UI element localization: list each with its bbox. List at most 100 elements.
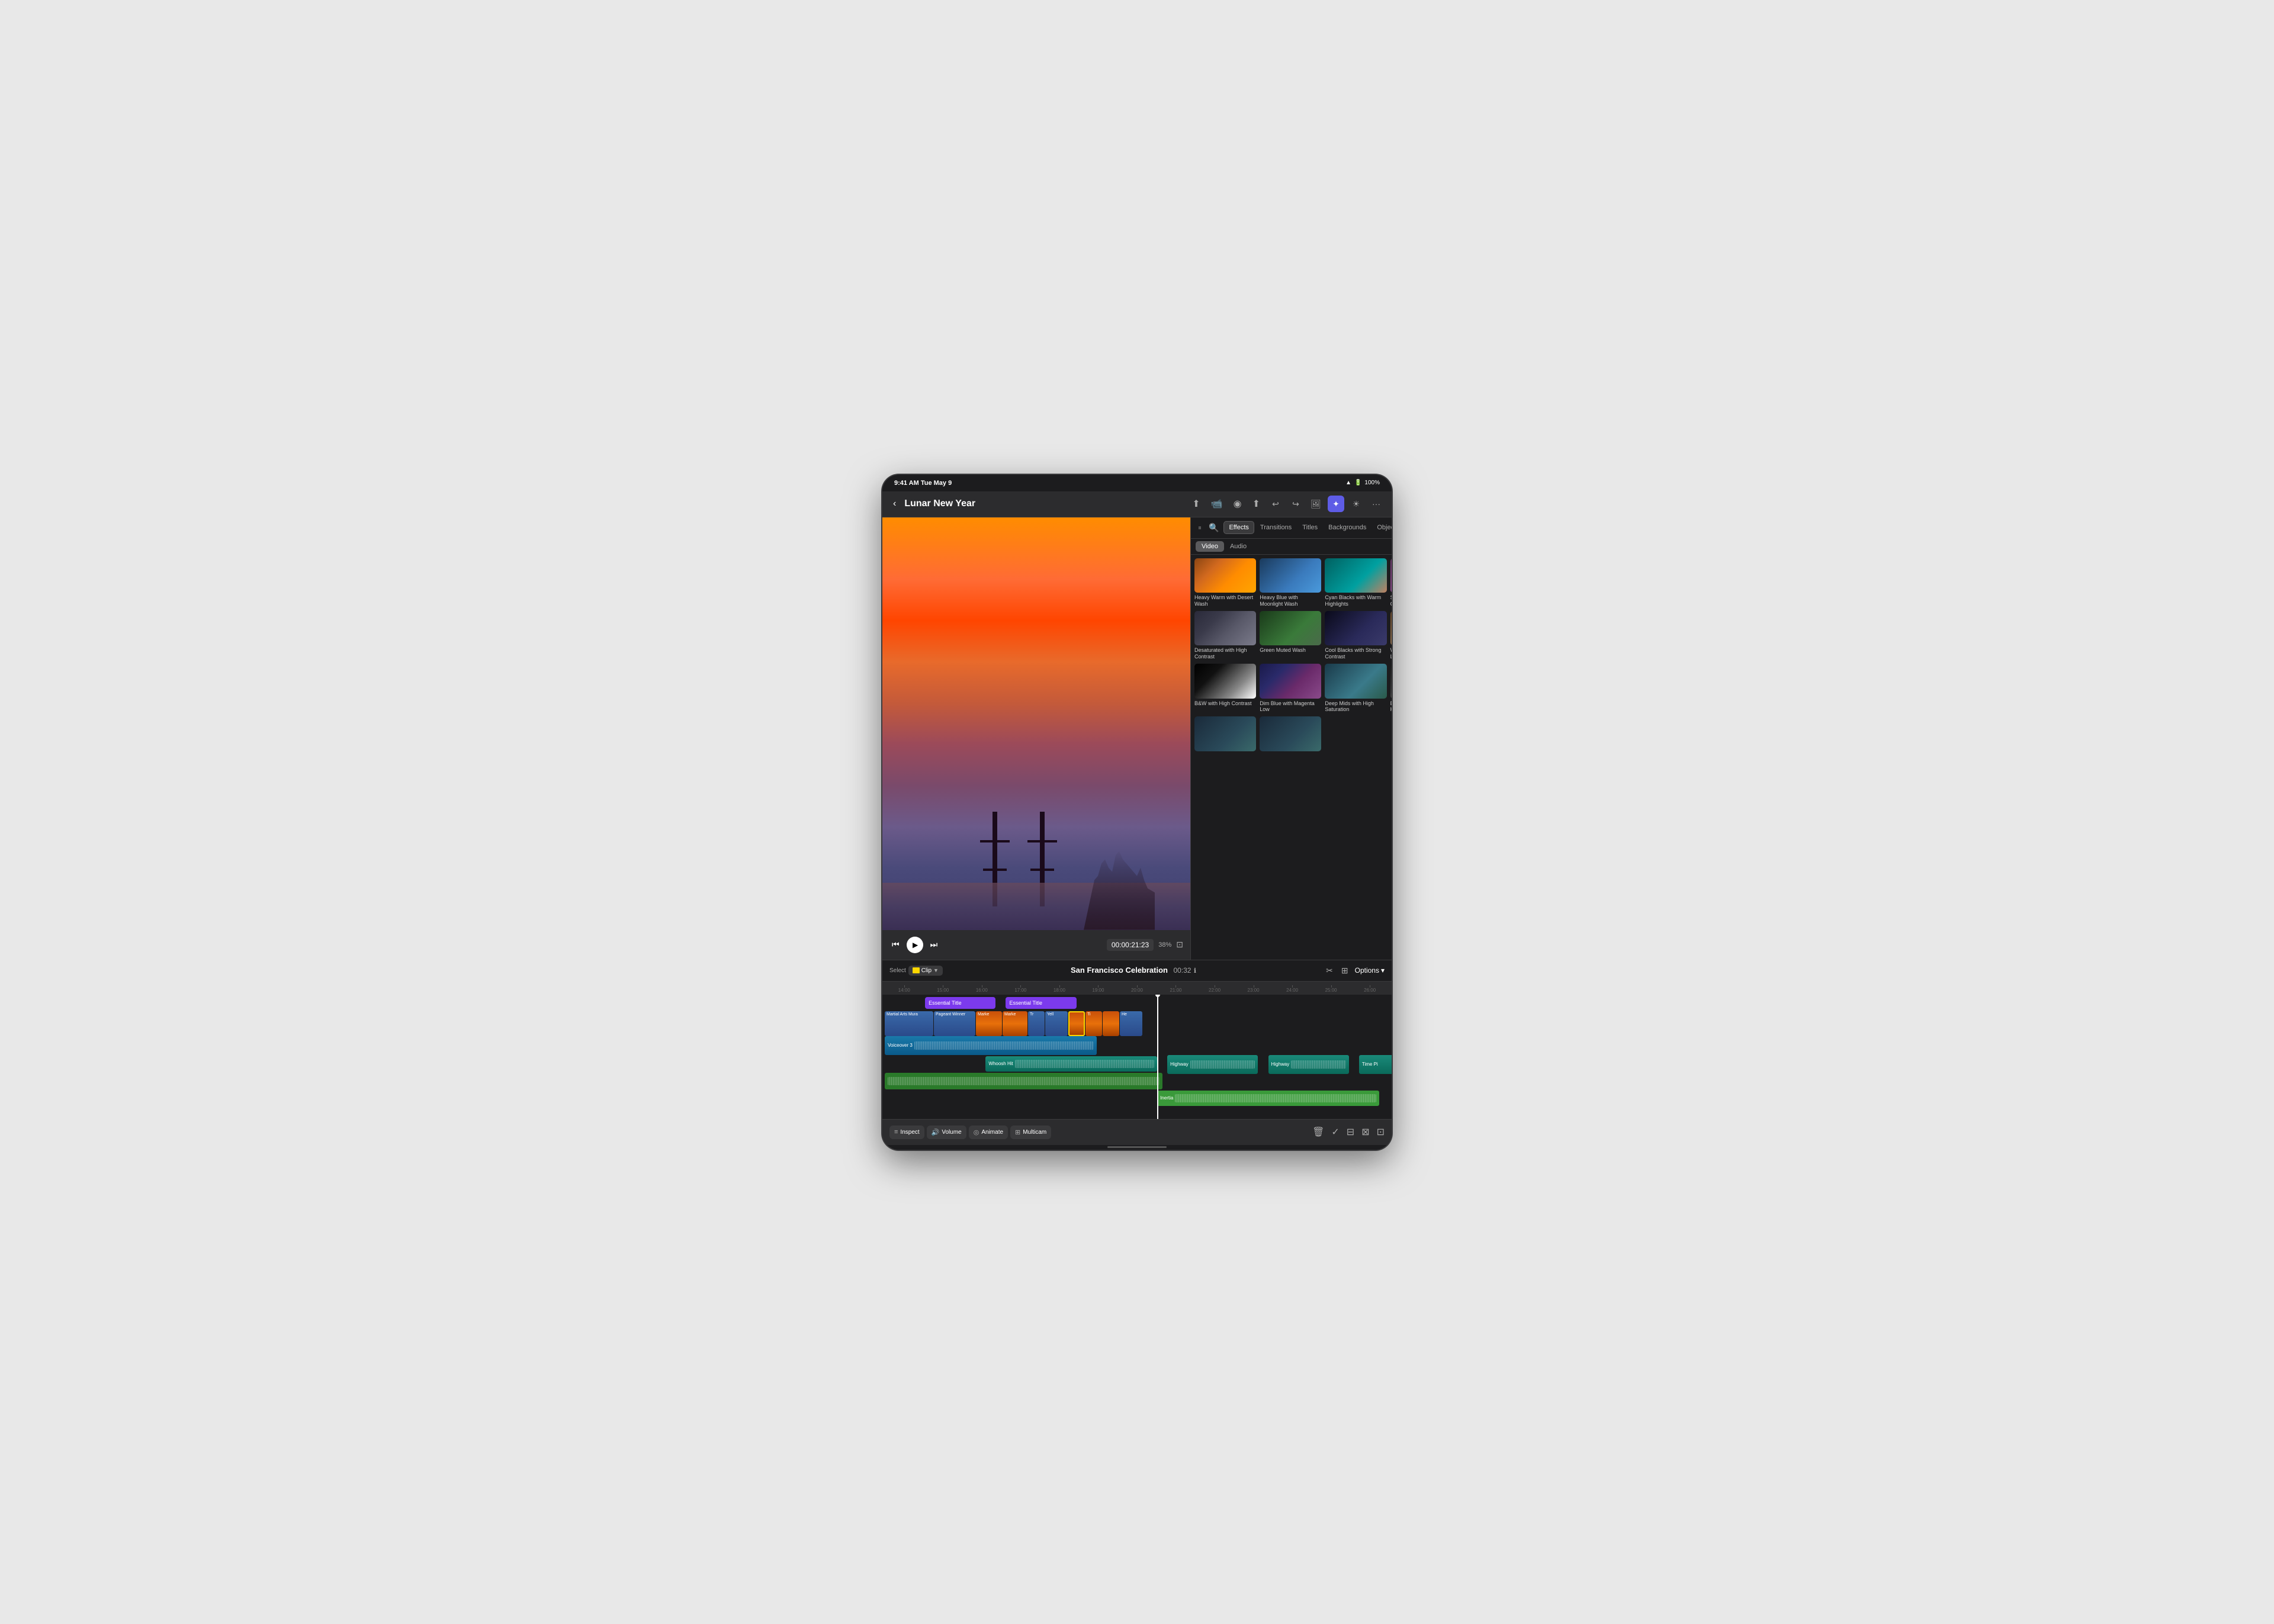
effect-thumb-0 [1194,558,1256,593]
play-button[interactable]: ▶ [907,937,923,953]
effect-label-10: Deep Mids with High Saturation [1325,700,1386,713]
effect-item-7[interactable]: Warmer Vintage with Lifted Blacks [1390,611,1392,660]
crop-icon[interactable]: ⊡ [1377,1126,1385,1138]
status-time: 9:41 AM Tue May 9 [894,480,952,487]
multicam-label: Multicam [1023,1129,1046,1136]
undo-icon[interactable]: ↩ [1267,496,1284,512]
title-chip-label: Essential Title [929,1000,962,1006]
clip-name-5: Tr [1028,1011,1045,1018]
title-chip-label-2: Essential Title [1009,1000,1042,1006]
bottom-right-tools: 🗑 ✓ ⊟ ⊠ ⊡ [1312,1126,1385,1138]
effect-item-3[interactable]: Soft Magenta with Low Contrast Wash [1390,558,1392,607]
video-clip-9[interactable] [1103,1011,1119,1036]
voiceover-icon[interactable]: ◉ [1231,496,1244,512]
info-icon[interactable]: ℹ [1194,967,1196,975]
trim-icon[interactable]: ✂ [1324,964,1335,977]
effect-label-1: Heavy Blue with Moonlight Wash [1260,594,1321,607]
ruler-mark-11: 25:00 [1312,988,1351,993]
title-chip-2[interactable]: Essential Title [1006,997,1076,1009]
search-button[interactable]: 🔍 [1206,520,1221,535]
inertia-clip[interactable]: Inertia [1157,1091,1379,1106]
effects-panel-icon[interactable]: ✦ [1328,496,1344,512]
clip-selector[interactable]: Clip ▼ [908,966,943,976]
timeline-tracks[interactable]: Essential Title Essential Title Martial … [882,995,1392,1119]
redo-icon[interactable]: ↪ [1287,496,1304,512]
inspect-button[interactable]: ≡ Inspect [889,1125,924,1139]
project-title: Lunar New Year [904,499,1185,509]
effect-item-5[interactable]: Green Muted Wash [1260,611,1321,660]
tower-crossbar2-left [983,869,1007,871]
checkmark-icon[interactable]: ✓ [1331,1126,1339,1138]
clip-name-6: Yell [1045,1011,1068,1018]
video-preview[interactable] [882,517,1190,930]
export-icon[interactable]: ⬆ [1190,496,1202,512]
video-clip-5[interactable]: Tr [1028,1011,1045,1036]
bg-music-clip[interactable] [885,1073,1162,1089]
animate-button[interactable]: ◎ Animate [969,1125,1008,1139]
skip-back-button[interactable]: ⏮ [889,937,902,952]
video-clip-3[interactable]: Marke [976,1011,1002,1036]
video-toggle-button[interactable]: Video [1196,541,1224,552]
video-clip-10[interactable]: He [1120,1011,1142,1036]
tab-objects[interactable]: Objects [1372,522,1392,533]
back-button[interactable]: ‹ [889,496,900,512]
effect-label-9: Dim Blue with Magenta Low [1260,700,1321,713]
effect-item-11[interactable]: B&W with Blooming Highlights [1390,664,1392,713]
bottom-tools: ≡ Inspect 🔊 Volume ◎ Animate ⊞ Multicam [889,1125,1051,1139]
project-name: San Francisco Celebration [1071,966,1168,975]
multicam-button[interactable]: ⊞ Multicam [1010,1125,1051,1139]
video-clip-8[interactable]: Ti [1085,1011,1102,1036]
tab-backgrounds[interactable]: Backgrounds [1324,522,1371,533]
split-horizontal-icon[interactable]: ⊠ [1361,1126,1369,1138]
effect-label-4: Desaturated with High Contrast [1194,647,1256,660]
effect-item-1[interactable]: Heavy Blue with Moonlight Wash [1260,558,1321,607]
split-vertical-icon[interactable]: ⊟ [1347,1126,1354,1138]
battery-icon: 🔋 [1354,480,1361,486]
tab-effects[interactable]: Effects [1223,521,1254,534]
effect-item-8[interactable]: B&W with High Contrast [1194,664,1256,713]
effect-item-13[interactable] [1260,716,1321,753]
video-clip-2[interactable]: Pageant Winner [934,1011,975,1036]
options-button[interactable]: Options ▾ [1355,966,1385,975]
effect-item-10[interactable]: Deep Mids with High Saturation [1325,664,1386,713]
whoosh-clip[interactable]: Whoosh Hit [985,1056,1157,1072]
skip-forward-button[interactable]: ⏭ [928,937,940,952]
color-icon[interactable]: ☀ [1348,496,1364,512]
tab-transitions[interactable]: Transitions [1255,522,1296,533]
clip-name-9 [1103,1011,1119,1014]
blade-icon[interactable]: ⊞ [1340,964,1350,977]
title-track: Essential Title Essential Title [882,995,1392,1011]
tower-crossbar-left [980,840,1010,842]
video-clip-7-selected[interactable] [1068,1011,1085,1036]
effect-item-12[interactable] [1194,716,1256,753]
video-clip-6[interactable]: Yell [1045,1011,1068,1036]
status-icons: ▲ 🔋 100% [1345,480,1380,486]
main-toolbar: ‹ Lunar New Year ⬆ 📹 ◉ ⬆ ↩ ↪ 🖼 ✦ ☀ ··· [882,491,1392,517]
effect-item-9[interactable]: Dim Blue with Magenta Low [1260,664,1321,713]
effect-item-2[interactable]: Cyan Blacks with Warm Highlights [1325,558,1386,607]
fullscreen-button[interactable]: ⊡ [1176,940,1183,950]
effect-item-4[interactable]: Desaturated with High Contrast [1194,611,1256,660]
effect-thumb-11 [1390,664,1392,699]
inertia-waveform [1175,1094,1376,1102]
volume-button[interactable]: 🔊 Volume [927,1125,966,1139]
more-icon[interactable]: ··· [1368,496,1385,512]
voiceover-clip[interactable]: Voiceover 3 [885,1036,1097,1055]
tab-titles[interactable]: Titles [1297,522,1322,533]
title-chip-1[interactable]: Essential Title [925,997,995,1009]
clip-chevron-icon: ▼ [933,967,939,973]
photo-library-icon[interactable]: 🖼 [1308,496,1324,512]
share-icon[interactable]: ⬆ [1250,496,1263,512]
panel-handle[interactable]: ⏸ [1196,521,1204,535]
audio-toggle-button[interactable]: Audio [1224,541,1252,552]
camera-icon[interactable]: 📹 [1209,496,1225,512]
effect-item-6[interactable]: Cool Blacks with Strong Contrast [1325,611,1386,660]
effect-item-0[interactable]: Heavy Warm with Desert Wash [1194,558,1256,607]
trash-icon[interactable]: 🗑 [1312,1126,1324,1138]
effect-label-11: B&W with Blooming Highlights [1390,700,1392,713]
clip-name-4: Marke [1003,1011,1027,1018]
video-clip-4[interactable]: Marke [1003,1011,1027,1036]
inertia-label: Inertia [1160,1095,1173,1101]
video-clip-1[interactable]: Martial Arts Mura [885,1011,933,1036]
playhead[interactable] [1157,995,1158,1119]
